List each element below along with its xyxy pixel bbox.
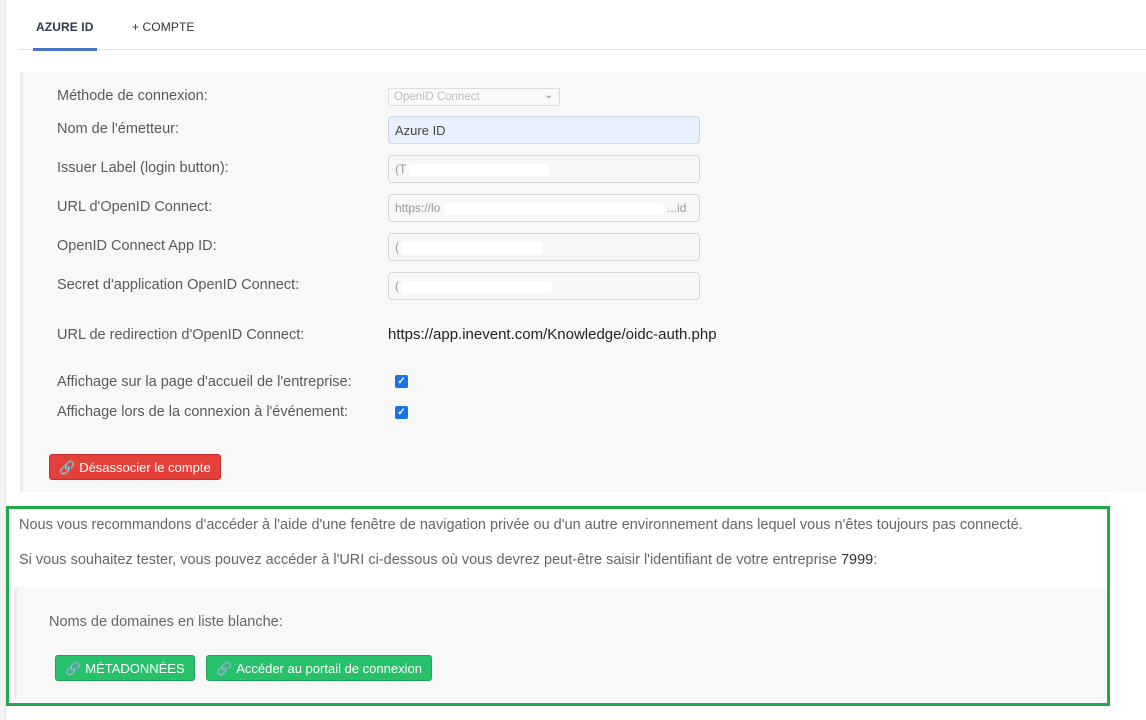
redacted-block bbox=[402, 280, 553, 293]
method-select-value: OpenID Connect bbox=[394, 91, 480, 103]
login-portal-label: Accéder au portail de connexion bbox=[236, 661, 422, 676]
link-icon: 🔗 bbox=[65, 661, 82, 676]
method-select[interactable]: OpenID Connect ⌄ bbox=[388, 88, 560, 106]
tab-bar: AZURE ID + COMPTE bbox=[18, 0, 1146, 51]
app-id-value: ( bbox=[395, 240, 399, 254]
chevron-down-icon: ⌄ bbox=[544, 90, 553, 101]
whitelist-panel: Noms de domaines en liste blanche: 🔗 MÉTA… bbox=[14, 587, 1107, 699]
redirect-url-label: URL de redirection d'OpenID Connect: bbox=[57, 327, 305, 343]
oidc-url-value-start: https://lo bbox=[395, 201, 441, 215]
redacted-block bbox=[402, 241, 543, 254]
issuer-name-input[interactable]: Azure ID bbox=[388, 116, 700, 144]
app-id-input[interactable]: ( bbox=[388, 233, 700, 261]
redirect-url-value: https://app.inevent.com/Knowledge/oidc-a… bbox=[388, 326, 717, 343]
whitelist-label: Noms de domaines en liste blanche: bbox=[49, 614, 283, 630]
app-secret-value: ( bbox=[395, 279, 399, 293]
issuer-name-value: Azure ID bbox=[395, 123, 446, 138]
check-icon: ✓ bbox=[397, 407, 406, 418]
test-instructions: Si vous souhaitez tester, vous pouvez ac… bbox=[19, 552, 877, 568]
link-icon: 🔗 bbox=[216, 661, 233, 676]
oidc-url-label: URL d'OpenID Connect: bbox=[57, 199, 213, 215]
app-secret-input[interactable]: ( bbox=[388, 272, 700, 300]
issuer-name-label: Nom de l'émetteur: bbox=[57, 121, 180, 137]
show-event-login-checkbox[interactable]: ✓ bbox=[395, 406, 408, 419]
tab-add-account[interactable]: + COMPTE bbox=[132, 20, 194, 34]
highlighted-test-section: Nous vous recommandons d'accéder à l'aid… bbox=[6, 506, 1110, 706]
method-label: Méthode de connexion: bbox=[57, 88, 208, 104]
company-id: 7999 bbox=[840, 552, 874, 568]
show-company-home-label: Affichage sur la page d'accueil de l'ent… bbox=[57, 374, 352, 390]
issuer-label-label: Issuer Label (login button): bbox=[57, 160, 229, 176]
login-portal-button[interactable]: 🔗 Accéder au portail de connexion bbox=[206, 655, 432, 681]
oidc-url-input[interactable]: https://lo ...id bbox=[388, 194, 700, 222]
show-company-home-checkbox[interactable]: ✓ bbox=[395, 375, 408, 388]
app-id-label: OpenID Connect App ID: bbox=[57, 238, 217, 254]
metadata-button[interactable]: 🔗 MÉTADONNÉES bbox=[55, 655, 195, 681]
app-secret-label: Secret d'application OpenID Connect: bbox=[57, 277, 300, 293]
show-event-login-label: Affichage lors de la connexion à l'événe… bbox=[57, 404, 349, 420]
oidc-config-panel: Méthode de connexion: OpenID Connect ⌄ N… bbox=[20, 72, 1146, 492]
link-icon: 🔗 bbox=[59, 460, 76, 475]
oidc-url-value-end: ...id bbox=[667, 201, 687, 215]
private-browsing-notice: Nous vous recommandons d'accéder à l'aid… bbox=[19, 517, 1023, 533]
test-instructions-text: Si vous souhaitez tester, vous pouvez ac… bbox=[19, 552, 841, 568]
tab-azure-id[interactable]: AZURE ID bbox=[32, 20, 98, 51]
test-instructions-suffix: : bbox=[873, 552, 878, 568]
unlink-account-button[interactable]: 🔗 Désassocier le compte bbox=[49, 454, 221, 480]
unlink-account-label: Désassocier le compte bbox=[79, 460, 211, 475]
issuer-label-input[interactable]: (T bbox=[388, 155, 700, 183]
issuer-label-value: (T bbox=[395, 162, 407, 176]
redacted-block bbox=[443, 202, 664, 215]
check-icon: ✓ bbox=[397, 376, 406, 387]
metadata-label: MÉTADONNÉES bbox=[85, 661, 185, 676]
redacted-block bbox=[409, 163, 550, 176]
